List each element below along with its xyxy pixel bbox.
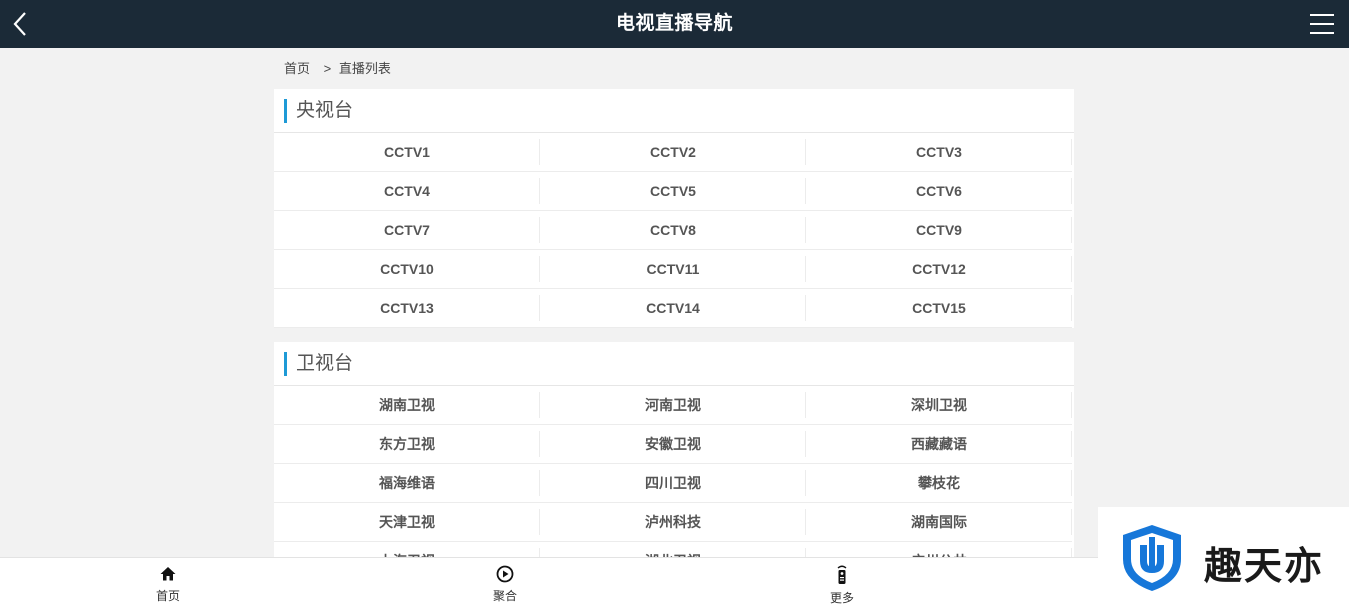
channel-link[interactable]: CCTV14 — [540, 289, 806, 328]
channel-grid: 湖南卫视 河南卫视 深圳卫视 东方卫视 安徽卫视 西藏藏语 福海维语 四川卫视 … — [274, 386, 1074, 581]
channel-link[interactable]: 福海维语 — [274, 464, 540, 503]
page-title: 电视直播导航 — [615, 13, 733, 34]
section-cctv: 央视台 CCTV1 CCTV2 CCTV3 CCTV4 CCTV5 CCTV6 … — [274, 89, 1074, 328]
channel-link[interactable]: 河南卫视 — [540, 386, 806, 425]
channel-link[interactable]: 西藏藏语 — [806, 425, 1072, 464]
home-icon — [160, 567, 176, 581]
nav-home[interactable]: 首页 — [108, 558, 228, 611]
channel-link[interactable]: 湖南卫视 — [274, 386, 540, 425]
breadcrumb-home-link[interactable]: 首页 — [284, 58, 310, 80]
channel-link[interactable]: CCTV6 — [806, 172, 1072, 211]
watermark: 趣天亦 — [1098, 507, 1349, 611]
breadcrumb-current: 直播列表 — [338, 61, 391, 76]
section-header: 央视台 — [274, 89, 1074, 133]
channel-link[interactable]: CCTV3 — [806, 133, 1072, 172]
section-header: 卫视台 — [274, 342, 1074, 386]
channel-link[interactable]: 天津卫视 — [274, 503, 540, 542]
channel-link[interactable]: CCTV9 — [806, 211, 1072, 250]
channel-link[interactable]: CCTV5 — [540, 172, 806, 211]
channel-link[interactable]: 东方卫视 — [274, 425, 540, 464]
channel-link[interactable]: CCTV8 — [540, 211, 806, 250]
section-accent-bar — [284, 352, 287, 376]
channel-link[interactable]: 泸州科技 — [540, 503, 806, 542]
channel-link[interactable]: CCTV2 — [540, 133, 806, 172]
app-page: 电视直播导航 首页 > 直播列表 央视台 CCTV1 CCTV2 CCTV3 C… — [0, 0, 1349, 611]
channel-link[interactable]: CCTV7 — [274, 211, 540, 250]
channel-link[interactable]: 攀枝花 — [806, 464, 1072, 503]
breadcrumb: 首页 > 直播列表 — [284, 58, 391, 80]
section-title: 央视台 — [296, 100, 354, 121]
channel-link[interactable]: CCTV12 — [806, 250, 1072, 289]
channel-link[interactable]: CCTV1 — [274, 133, 540, 172]
watermark-text: 趣天亦 — [1204, 544, 1325, 588]
nav-label: 首页 — [155, 589, 180, 603]
section-satellite: 卫视台 湖南卫视 河南卫视 深圳卫视 东方卫视 安徽卫视 西藏藏语 福海维语 四… — [274, 342, 1074, 581]
channel-link[interactable]: CCTV11 — [540, 250, 806, 289]
play-circle-icon — [496, 565, 514, 583]
channel-grid: CCTV1 CCTV2 CCTV3 CCTV4 CCTV5 CCTV6 CCTV… — [274, 133, 1074, 328]
channel-link[interactable]: CCTV13 — [274, 289, 540, 328]
channel-link[interactable]: CCTV10 — [274, 250, 540, 289]
channel-link[interactable]: 安徽卫视 — [540, 425, 806, 464]
nav-aggregate[interactable]: 聚合 — [445, 558, 565, 611]
remote-icon — [837, 565, 847, 584]
nav-more[interactable]: 更多 — [782, 558, 902, 611]
section-title: 卫视台 — [296, 353, 354, 374]
channel-link[interactable]: 四川卫视 — [540, 464, 806, 503]
top-bar: 电视直播导航 — [0, 0, 1349, 48]
nav-label: 更多 — [829, 591, 854, 605]
menu-button[interactable] — [1309, 11, 1335, 37]
channel-link[interactable]: 湖南国际 — [806, 503, 1072, 542]
shield-logo-icon — [1123, 525, 1181, 591]
channel-link[interactable]: 深圳卫视 — [806, 386, 1072, 425]
nav-label: 聚合 — [492, 589, 517, 603]
breadcrumb-separator: > — [323, 61, 332, 76]
channel-link[interactable]: CCTV4 — [274, 172, 540, 211]
section-accent-bar — [284, 99, 287, 123]
hamburger-menu-icon — [1310, 14, 1334, 34]
channel-link[interactable]: CCTV15 — [806, 289, 1072, 328]
